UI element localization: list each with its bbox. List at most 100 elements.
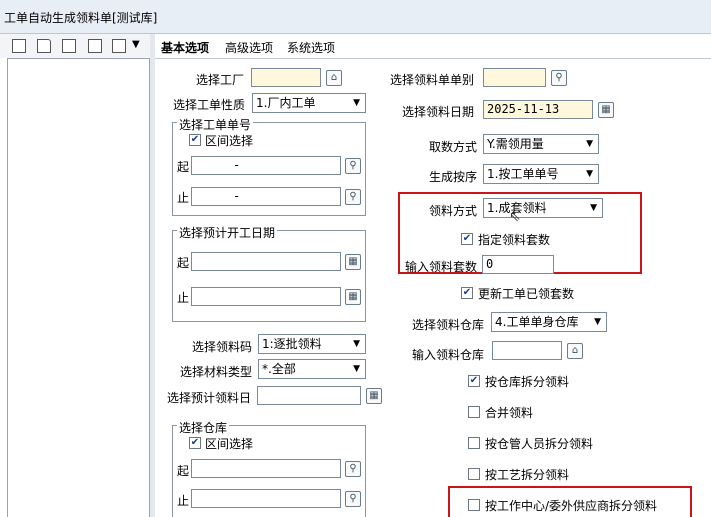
mouse-cursor-icon: ⇖ xyxy=(509,209,521,225)
split-wh-checkbox[interactable]: ✔ xyxy=(468,375,480,387)
warehouse-group-title: 选择仓库 xyxy=(177,419,230,436)
wh-from-input[interactable] xyxy=(191,459,341,478)
material-code-label: 选择领料码 xyxy=(192,340,253,354)
from-label: 起 xyxy=(177,160,190,174)
chevron-down-icon: ▼ xyxy=(353,364,360,374)
input-sets-input[interactable]: 0 xyxy=(482,255,554,274)
calendar-icon[interactable]: ▦ xyxy=(345,289,361,305)
delete-icon[interactable] xyxy=(88,39,102,53)
date-input[interactable]: 2025-11-13 xyxy=(483,100,593,119)
input-wh-label: 输入领料仓库 xyxy=(412,348,485,362)
split-keeper-label: 按仓管人员拆分领料 xyxy=(485,437,594,451)
start-date-group xyxy=(172,230,366,322)
calendar-icon[interactable]: ▦ xyxy=(366,388,382,404)
lookup-icon[interactable]: ⚲ xyxy=(551,70,567,86)
tab-basic[interactable]: 基本选项 xyxy=(161,39,209,56)
home-icon[interactable]: ⌂ xyxy=(326,70,342,86)
material-type-value: *.全部 xyxy=(262,362,296,376)
date-from-label: 起 xyxy=(177,256,190,270)
lookup-icon[interactable]: ⚲ xyxy=(345,158,361,174)
pick-method-label: 领料方式 xyxy=(429,204,478,218)
layout-icon[interactable] xyxy=(112,39,126,53)
split-process-checkbox[interactable] xyxy=(468,468,480,480)
order-select[interactable]: 1.按工单单号 ▼ xyxy=(483,164,599,184)
chevron-down-icon: ▼ xyxy=(353,98,360,108)
range-select-checkbox[interactable]: ✔ xyxy=(189,134,201,146)
update-sets-label: 更新工单已领套数 xyxy=(478,287,575,301)
material-code-value: 1:逐批领料 xyxy=(262,337,322,351)
tab-system[interactable]: 系统选项 xyxy=(287,39,335,56)
chevron-down-icon: ▼ xyxy=(586,169,593,179)
order-from-input[interactable]: - xyxy=(191,156,341,175)
check-icon: ✔ xyxy=(469,375,479,386)
specify-sets-checkbox[interactable]: ✔ xyxy=(461,233,473,245)
specify-sets-label: 指定领料套数 xyxy=(478,233,551,247)
pick-wh-label: 选择领料仓库 xyxy=(412,318,485,332)
order-nature-select[interactable]: 1.厂内工单 ▼ xyxy=(252,93,366,113)
wh-to-input[interactable] xyxy=(191,489,341,508)
start-date-group-title: 选择预计开工日期 xyxy=(177,224,278,241)
window-title: 工单自动生成领料单[测试库] xyxy=(4,11,158,25)
check-icon: ✔ xyxy=(190,134,200,145)
left-tree-panel[interactable] xyxy=(7,58,150,517)
range-select-label: 区间选择 xyxy=(205,134,254,148)
input-wh-input[interactable] xyxy=(492,341,562,360)
title-bar: 工单自动生成领料单[测试库] xyxy=(0,0,711,34)
check-icon: ✔ xyxy=(462,233,472,244)
check-icon: ✔ xyxy=(190,437,200,448)
wh-range-label: 区间选择 xyxy=(205,437,254,451)
plan-date-input[interactable] xyxy=(257,386,361,405)
order-no-group-title: 选择工单单号 xyxy=(177,116,254,133)
toolbar-dropdown-icon[interactable]: ▼ xyxy=(132,39,140,50)
pick-wh-select[interactable]: 4.工单单身仓库 ▼ xyxy=(491,312,607,332)
lookup-icon[interactable]: ⚲ xyxy=(345,461,361,477)
order-label: 生成按序 xyxy=(429,170,478,184)
material-type-label: 选择材料类型 xyxy=(180,365,253,379)
calendar-icon[interactable]: ▦ xyxy=(598,102,614,118)
save-icon[interactable] xyxy=(12,39,26,53)
new-doc-icon[interactable] xyxy=(62,39,76,53)
order-from-value: - xyxy=(233,158,241,172)
fetch-value: Y.需领用量 xyxy=(487,137,544,151)
factory-input[interactable] xyxy=(251,68,321,87)
fetch-label: 取数方式 xyxy=(429,140,478,154)
tab-strip: 基本选项 高级选项 系统选项 xyxy=(155,34,711,59)
split-keeper-checkbox[interactable] xyxy=(468,437,480,449)
pick-method-select[interactable]: 1.成套领料 ▼ xyxy=(483,198,603,218)
merge-label: 合并领料 xyxy=(485,406,534,420)
wh-range-checkbox[interactable]: ✔ xyxy=(189,437,201,449)
home-icon[interactable]: ⌂ xyxy=(567,343,583,359)
lookup-icon[interactable]: ⚲ xyxy=(345,189,361,205)
merge-checkbox[interactable] xyxy=(468,406,480,418)
factory-label: 选择工厂 xyxy=(196,73,245,87)
split-center-label: 按工作中心/委外供应商拆分领料 xyxy=(485,499,658,513)
material-type-select[interactable]: *.全部 ▼ xyxy=(258,359,366,379)
folder-icon[interactable] xyxy=(37,39,51,53)
input-sets-value: 0 xyxy=(486,257,494,271)
wh-from-label: 起 xyxy=(177,464,190,478)
input-sets-label: 输入领料套数 xyxy=(405,260,478,274)
update-sets-checkbox[interactable]: ✔ xyxy=(461,287,473,299)
chevron-down-icon: ▼ xyxy=(586,139,593,149)
date-to-input[interactable] xyxy=(191,287,341,306)
tab-advanced[interactable]: 高级选项 xyxy=(225,39,273,56)
fetch-select[interactable]: Y.需领用量 ▼ xyxy=(483,134,599,154)
plan-date-label: 选择预计领料日 xyxy=(167,391,252,405)
order-nature-label: 选择工单性质 xyxy=(173,98,246,112)
lookup-icon[interactable]: ⚲ xyxy=(345,491,361,507)
splitter[interactable] xyxy=(150,34,155,517)
doc-type-label: 选择领料单单别 xyxy=(390,73,475,87)
to-label: 止 xyxy=(177,191,190,205)
chevron-down-icon: ▼ xyxy=(594,317,601,327)
toolbar: ▼ xyxy=(0,34,152,58)
date-to-label: 止 xyxy=(177,291,190,305)
date-from-input[interactable] xyxy=(191,252,341,271)
check-icon: ✔ xyxy=(462,287,472,298)
doc-type-input[interactable] xyxy=(483,68,546,87)
split-center-checkbox[interactable] xyxy=(468,499,480,511)
calendar-icon[interactable]: ▦ xyxy=(345,254,361,270)
wh-to-label: 止 xyxy=(177,494,190,508)
material-code-select[interactable]: 1:逐批领料 ▼ xyxy=(258,334,366,354)
order-to-input[interactable]: - xyxy=(191,187,341,206)
chevron-down-icon: ▼ xyxy=(353,339,360,349)
